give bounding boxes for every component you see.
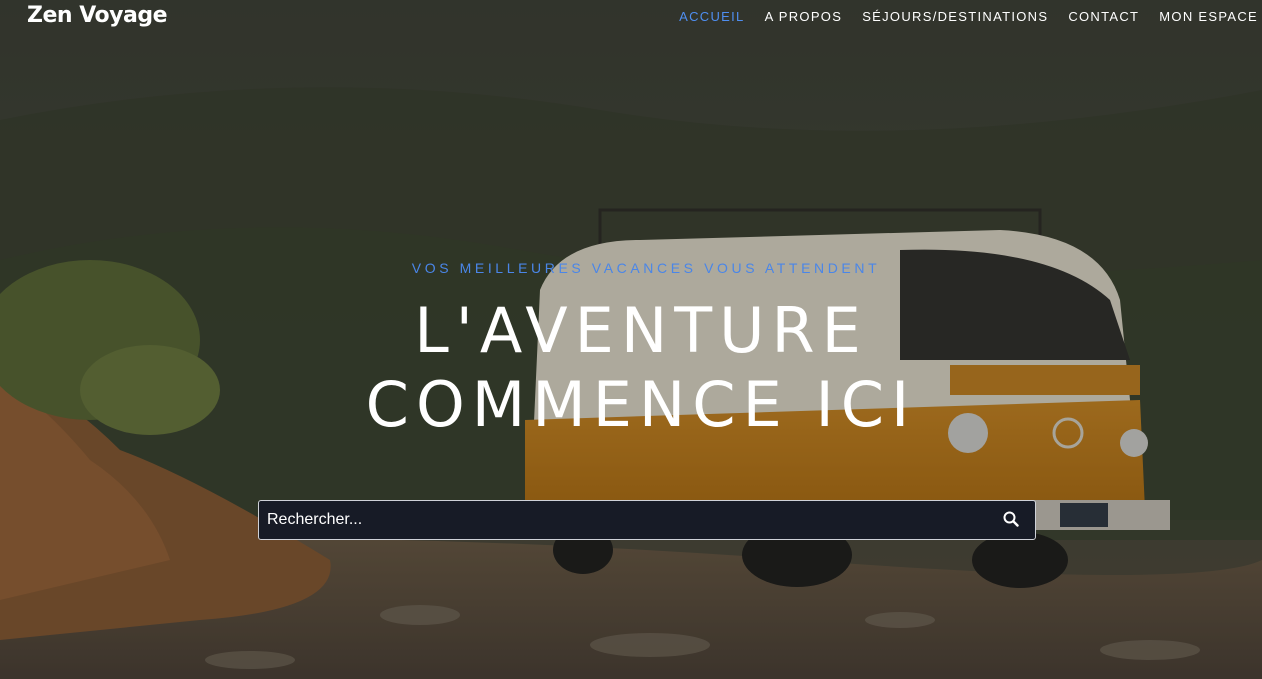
nav-link-contact[interactable]: CONTACT	[1068, 9, 1139, 24]
navbar: Zen Voyage ACCUEIL A PROPOS SÉJOURS/DEST…	[0, 0, 1262, 34]
search-input[interactable]	[259, 501, 987, 539]
nav-link-accueil[interactable]: ACCUEIL	[679, 9, 744, 24]
nav-menu: ACCUEIL A PROPOS SÉJOURS/DESTINATIONS CO…	[659, 9, 1258, 24]
hero-section: Zen Voyage ACCUEIL A PROPOS SÉJOURS/DEST…	[0, 0, 1262, 679]
hero-headline-line2: COMMENCE ICI	[365, 368, 917, 441]
nav-link-sejours-destinations[interactable]: SÉJOURS/DESTINATIONS	[862, 9, 1048, 24]
hero-headline-line1: L'AVENTURE	[414, 294, 868, 367]
hero-tagline: VOS MEILLEURES VACANCES VOUS ATTENDENT	[411, 260, 881, 276]
search-bar	[258, 500, 1036, 540]
brand-logo[interactable]: Zen Voyage	[27, 3, 168, 28]
search-button[interactable]	[987, 501, 1035, 539]
search-icon	[1003, 511, 1019, 530]
hero-headline: L'AVENTURE COMMENCE ICI	[0, 294, 1262, 442]
nav-link-mon-espace[interactable]: MON ESPACE	[1159, 9, 1258, 24]
nav-link-a-propos[interactable]: A PROPOS	[765, 9, 843, 24]
